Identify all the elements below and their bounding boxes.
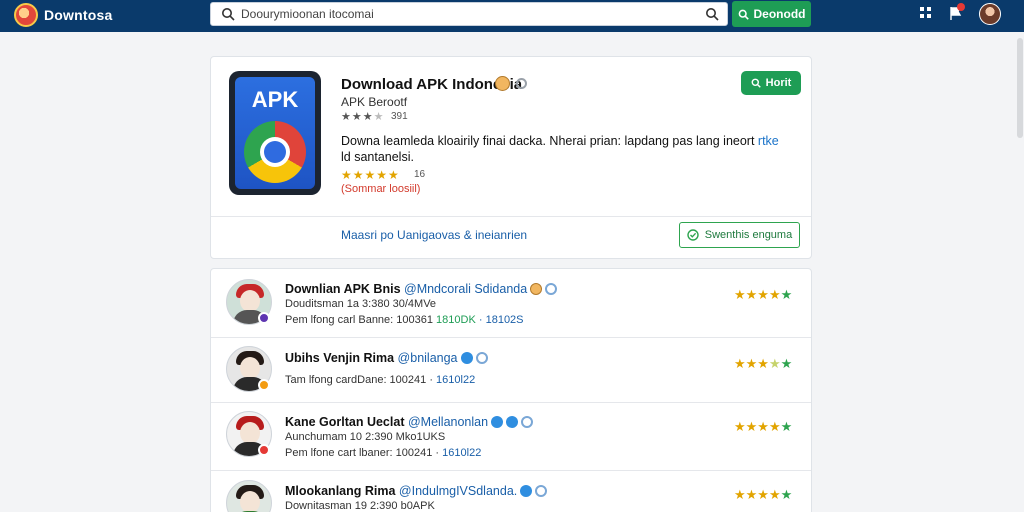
rating-stars: ★★★★ — [734, 287, 781, 302]
rating-last-star: ★ — [780, 356, 793, 371]
search-box[interactable] — [210, 2, 728, 26]
list-item-handle[interactable]: @IndulmgIVSdlanda. — [399, 484, 517, 498]
header-download-label: Deonodd — [753, 7, 806, 21]
browser-logo-icon — [244, 121, 306, 183]
app-description-text: Downa leamleda kloairily finai dacka. Nh… — [341, 134, 758, 148]
app-warning-note: (Sommar loosiil) — [341, 183, 421, 195]
brand-name[interactable]: Downtosa — [44, 7, 113, 23]
list-item-title: Ubihs Venjin Rima — [285, 351, 395, 365]
verified-badge-icon — [516, 78, 527, 89]
app-rating-stars: ★★★★★ — [341, 168, 400, 182]
list-item-meta: Douditsman 1a 3:380 30/4MVe — [285, 298, 437, 310]
list-item-rating: ★★★★★ — [734, 287, 792, 303]
emoji-face-icon — [530, 283, 543, 295]
list-item[interactable]: Downlian APK Bnis @Mndcorali Sdidanda Do… — [211, 269, 811, 338]
download-list: Downlian APK Bnis @Mndcorali Sdidanda Do… — [210, 268, 812, 512]
search-icon — [222, 8, 235, 21]
rating-stars: ★★★★ — [734, 419, 781, 434]
list-item[interactable]: Ubihs Venjin Rima @bnilanga Tam lfong ca… — [211, 338, 811, 403]
page-scrollbar[interactable] — [1016, 32, 1024, 512]
rating-stars: ★★★ — [734, 356, 769, 371]
search-submit-icon[interactable] — [705, 7, 719, 21]
app-icon: APK — [229, 71, 321, 195]
search-input[interactable] — [241, 5, 681, 23]
list-item-title: Kane Gorltan Ueclat — [285, 415, 405, 429]
rating-stars: ★★★★ — [734, 487, 781, 502]
list-item-stats: Tam lfong cardDane: 100241 · 1610l22 — [285, 374, 475, 386]
verified-badge-icon — [491, 416, 504, 428]
info-badge-icon — [475, 352, 488, 364]
verified-badge-icon — [520, 485, 533, 497]
list-item-meta: Downitasman 19 2:390 b0APK — [285, 500, 435, 512]
status-badge — [258, 379, 270, 391]
list-item-handle[interactable]: @Mellanonlan — [408, 415, 488, 429]
list-item-handle[interactable]: @Mndcorali Sdidanda — [404, 282, 527, 296]
notification-badge — [957, 3, 965, 11]
app-description-end: ld santanelsi. — [341, 150, 414, 164]
list-item-stats-prefix: Pem lfong carl Banne: 100361 — [285, 314, 437, 326]
status-badge — [258, 444, 270, 456]
emoji-face-icon — [495, 76, 510, 91]
search-icon — [738, 9, 749, 20]
secondary-action-button[interactable]: Swenthis enguma — [679, 222, 800, 248]
list-item-stats-suffix: 1610l22 — [442, 447, 482, 459]
list-item-stats-prefix: Pem lfone cart lbaner: 100241 · — [285, 447, 443, 459]
list-item-meta: Aunchumam 10 2:390 Mko1UKS — [285, 431, 446, 443]
card-divider — [211, 216, 811, 217]
avatar[interactable] — [226, 480, 272, 512]
list-item-stats-suffix: · 18102S — [475, 314, 524, 326]
brand-logo-icon[interactable] — [14, 3, 38, 27]
list-item-rating: ★★★★★ — [734, 419, 792, 435]
list-item-stats-prefix: Tam lfong cardDane: 100241 · — [285, 374, 437, 386]
app-description: Downa leamleda kloairily finai dacka. Nh… — [341, 133, 791, 165]
list-item-stats-green: 1810DK — [436, 314, 476, 326]
scrollbar-thumb[interactable] — [1017, 38, 1023, 138]
list-item-title: Mlookanlang Rima — [285, 484, 396, 498]
list-item-rating: ★★★★★ — [734, 487, 792, 503]
grid-menu-icon[interactable] — [920, 7, 932, 19]
list-item-name: Downlian APK Bnis @Mndcorali Sdidanda — [285, 282, 558, 296]
check-badge-icon — [506, 416, 519, 428]
verified-badge-icon — [460, 352, 473, 364]
status-badge — [258, 312, 270, 324]
secondary-action-label: Swenthis enguma — [704, 229, 793, 241]
top-bar: Downtosa Deonodd — [0, 0, 1024, 32]
small-rating-stars: ★★★★ — [341, 111, 385, 123]
list-item-name: Kane Gorltan Ueclat @Mellanonlan — [285, 415, 534, 429]
user-avatar[interactable] — [979, 3, 1001, 25]
rating-last-star: ★ — [780, 487, 793, 502]
list-item-stats-suffix: 1610l22 — [436, 374, 476, 386]
host-button-label: Horit — [765, 77, 792, 89]
host-button[interactable]: Horit — [741, 71, 801, 95]
app-icon-label: APK — [251, 87, 299, 112]
search-icon — [751, 78, 761, 88]
app-subtitle: APK Berootf — [341, 95, 408, 109]
info-badge-icon — [535, 485, 548, 497]
list-item-handle[interactable]: @bnilanga — [398, 351, 458, 365]
rating-last-star: ★ — [780, 287, 793, 302]
more-info-link[interactable]: Maasri po Uanigaovas & ineianrien — [341, 228, 527, 242]
header-download-button[interactable]: Deonodd — [732, 1, 811, 27]
small-rating-count: 391 — [391, 111, 408, 122]
list-item[interactable]: Mlookanlang Rima @IndulmgIVSdlanda. Down… — [211, 471, 811, 512]
info-badge-icon — [521, 416, 534, 428]
list-item-stats: Pem lfong carl Banne: 100361 1810DK · 18… — [285, 314, 524, 326]
rating-last-star: ★ — [780, 419, 793, 434]
app-card: APK Download APK Indonesia APK Berootf ★… — [210, 56, 812, 259]
list-item[interactable]: Kane Gorltan Ueclat @Mellanonlan Aunchum… — [211, 403, 811, 471]
list-item-title: Downlian APK Bnis — [285, 282, 401, 296]
app-rating-count: 16 — [414, 169, 426, 180]
list-item-name: Mlookanlang Rima @IndulmgIVSdlanda. — [285, 484, 548, 498]
verified-badge-icon — [545, 283, 558, 295]
check-circle-icon — [687, 229, 699, 241]
list-item-stats: Pem lfone cart lbaner: 100241 · 1610l22 — [285, 447, 481, 459]
list-item-name: Ubihs Venjin Rima @bnilanga — [285, 351, 488, 365]
app-description-link[interactable]: rtke — [758, 134, 779, 148]
list-item-rating: ★★★★★ — [734, 356, 793, 371]
